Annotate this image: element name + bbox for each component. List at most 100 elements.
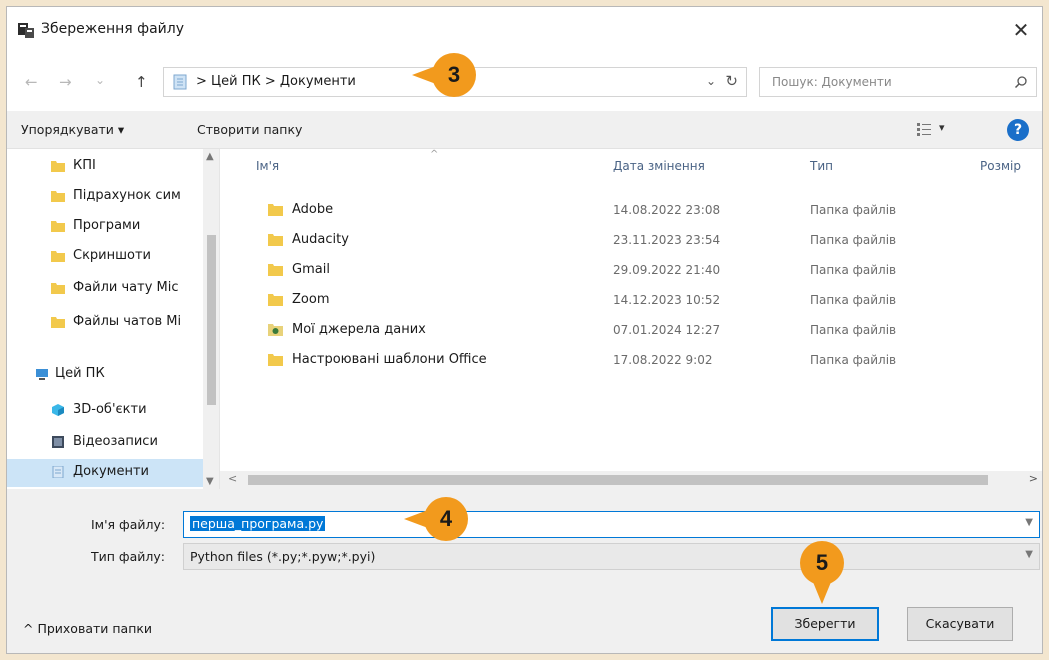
file-type: Папка файлів [810, 323, 897, 337]
list-item[interactable]: Adobe 14.08.2022 23:08 Папка файлів [220, 195, 1042, 225]
chevron-down-icon[interactable]: ⌄ [706, 74, 716, 88]
horizontal-scrollbar[interactable]: < > [220, 471, 1042, 489]
sidebar-item-screenshots[interactable]: Скриншоти [7, 243, 203, 271]
view-options-icon[interactable] [917, 123, 931, 136]
file-name: Adobe [292, 202, 334, 217]
cube-icon [52, 404, 64, 416]
toolbar: Упорядкувати ▾ Створити папку ▾ ? [7, 111, 1042, 149]
file-type: Папка файлів [810, 233, 897, 247]
hide-folders-button[interactable]: ^ Приховати папки [23, 621, 152, 636]
scrollbar-thumb[interactable] [248, 475, 988, 485]
file-list: ^ Ім'я Дата змінення Тип Розмір Adobe 14… [220, 149, 1042, 471]
sidebar-item-chat-files-ru[interactable]: Файлы чатов Mi [7, 309, 203, 337]
sidebar-item-this-pc[interactable]: Цей ПК [7, 361, 203, 389]
window-title: Збереження файлу [41, 21, 185, 37]
column-header-size[interactable]: Розмір [980, 159, 1021, 173]
navigation-bar: ← → ⌄ ↑ > Цей ПК > Документи ⌄ ↻ Пошук: … [7, 53, 1042, 111]
column-header-type[interactable]: Тип [810, 159, 833, 173]
column-header-name[interactable]: Ім'я [256, 159, 279, 173]
file-date: 14.08.2022 23:08 [613, 203, 721, 217]
filetype-label: Тип файлу: [91, 549, 165, 564]
documents-folder-icon [173, 74, 187, 90]
save-file-dialog: Збереження файлу ✕ ← → ⌄ ↑ > Цей ПК > До… [6, 6, 1043, 654]
callout-pointer [813, 582, 831, 604]
chevron-down-icon[interactable]: ▼ [1025, 549, 1033, 560]
filename-field[interactable]: перша_програма.py ▼ [183, 511, 1040, 538]
sidebar-item-kpi[interactable]: КПІ [7, 153, 203, 181]
list-item[interactable]: Gmail 29.09.2022 21:40 Папка файлів [220, 255, 1042, 285]
new-folder-button[interactable]: Створити папку [197, 122, 302, 137]
back-arrow-icon[interactable]: ← [25, 73, 38, 91]
chevron-down-icon[interactable]: ▼ [1025, 517, 1033, 528]
list-item[interactable]: Настроювані шаблони Office 17.08.2022 9:… [220, 345, 1042, 375]
folder-icon [268, 294, 283, 306]
sidebar-item-symbol-count[interactable]: Підрахунок сим [7, 183, 203, 211]
sidebar-item-label: Файли чату Міс [73, 280, 179, 295]
filetype-select[interactable]: Python files (*.py;*.pyw;*.pyi) ▼ [183, 543, 1040, 570]
folder-icon [51, 283, 65, 294]
folder-icon [268, 204, 283, 216]
folder-icon [51, 161, 65, 172]
sidebar-item-label: Підрахунок сим [73, 188, 181, 203]
forward-arrow-icon[interactable]: → [59, 73, 72, 91]
list-item[interactable]: Мої джерела даних 07.01.2024 12:27 Папка… [220, 315, 1042, 345]
sidebar-item-videos[interactable]: Відеозаписи [7, 429, 203, 457]
column-header-date[interactable]: Дата змінення [613, 159, 705, 173]
scroll-down-icon[interactable]: ▼ [206, 476, 214, 487]
file-date: 07.01.2024 12:27 [613, 323, 721, 337]
folder-icon [51, 317, 65, 328]
cancel-button[interactable]: Скасувати [907, 607, 1013, 641]
pc-icon [36, 369, 48, 380]
refresh-icon[interactable]: ↻ [725, 72, 738, 90]
sidebar-item-label: Відеозаписи [73, 434, 158, 449]
sidebar-item-documents[interactable]: Документи [7, 459, 203, 487]
document-icon [52, 466, 64, 478]
list-item[interactable]: Audacity 23.11.2023 23:54 Папка файлів [220, 225, 1042, 255]
file-name: Audacity [292, 232, 349, 247]
sidebar-item-label: Програми [73, 218, 141, 233]
breadcrumb[interactable]: > Цей ПК > Документи [196, 74, 356, 89]
help-icon[interactable]: ? [1007, 119, 1029, 141]
sidebar-item-label: Документи [73, 464, 149, 479]
recent-locations-icon[interactable]: ⌄ [95, 73, 105, 87]
folder-icon [268, 234, 283, 246]
sidebar-item-label: КПІ [73, 158, 96, 173]
close-icon[interactable]: ✕ [1008, 17, 1034, 43]
file-type: Папка файлів [810, 203, 897, 217]
sidebar-scrollbar[interactable]: ▲ ▼ [203, 149, 219, 489]
file-name: Мої джерела даних [292, 322, 426, 337]
file-type: Папка файлів [810, 263, 897, 277]
navigation-pane: КПІ Підрахунок сим Програми Скриншоти Фа… [7, 149, 220, 489]
file-name: Настроювані шаблони Office [292, 352, 487, 367]
folder-icon [51, 221, 65, 232]
file-name: Gmail [292, 262, 330, 277]
folder-icon [268, 264, 283, 276]
search-placeholder: Пошук: Документи [772, 75, 892, 89]
filename-value[interactable]: перша_програма.py [190, 516, 326, 531]
video-icon [52, 436, 64, 448]
folder-icon [268, 354, 283, 366]
scroll-left-icon[interactable]: < [228, 472, 237, 485]
sidebar-item-label: Цей ПК [55, 366, 105, 381]
scrollbar-thumb[interactable] [207, 235, 216, 405]
folder-icon [51, 191, 65, 202]
callout-pointer [404, 510, 428, 528]
save-button[interactable]: Зберегти [771, 607, 879, 641]
view-dropdown-icon[interactable]: ▾ [939, 121, 945, 134]
callout-badge-4: 4 [424, 497, 468, 541]
sidebar-item-3d-objects[interactable]: 3D-об'єкти [7, 397, 203, 425]
sort-ascending-icon: ^ [430, 149, 439, 160]
search-input[interactable]: Пошук: Документи [759, 67, 1037, 97]
sidebar-item-label: 3D-об'єкти [73, 402, 147, 417]
data-source-icon [268, 324, 283, 336]
sidebar-item-chat-files-uk[interactable]: Файли чату Міс [7, 275, 203, 303]
sidebar-item-programs[interactable]: Програми [7, 213, 203, 241]
callout-badge-3: 3 [432, 53, 476, 97]
scroll-up-icon[interactable]: ▲ [206, 151, 214, 162]
organize-button[interactable]: Упорядкувати ▾ [21, 122, 124, 137]
sidebar-item-label: Скриншоти [73, 248, 151, 263]
up-arrow-icon[interactable]: ↑ [135, 73, 148, 91]
scroll-right-icon[interactable]: > [1029, 472, 1038, 485]
file-date: 17.08.2022 9:02 [613, 353, 713, 367]
list-item[interactable]: Zoom 14.12.2023 10:52 Папка файлів [220, 285, 1042, 315]
